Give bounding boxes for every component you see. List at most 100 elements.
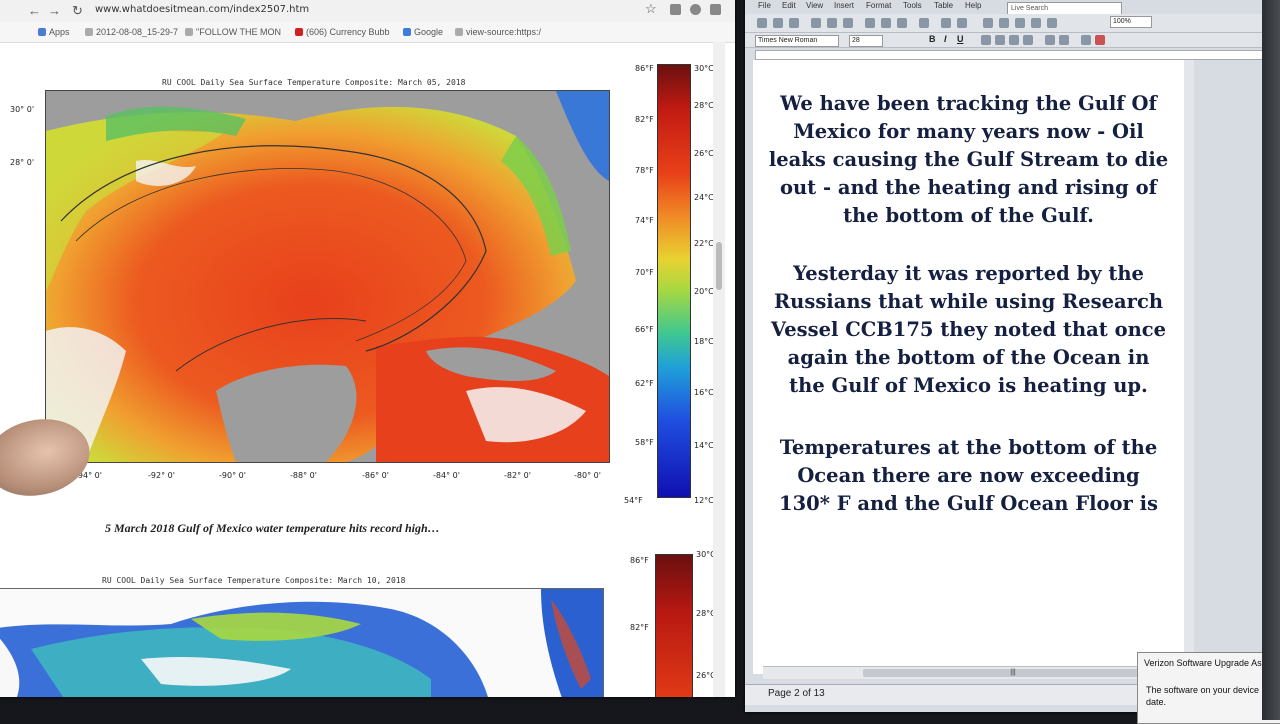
print-preview-icon[interactable] bbox=[827, 18, 837, 28]
redo-icon[interactable] bbox=[957, 18, 967, 28]
bookmark-item[interactable]: "FOLLOW THE MON bbox=[185, 27, 281, 37]
address-field[interactable]: www.whatdoesitmean.com/index2507.htm bbox=[95, 4, 309, 15]
page-icon bbox=[455, 28, 463, 36]
paste-icon[interactable] bbox=[897, 18, 907, 28]
colorbar-c-label: 14°C bbox=[694, 441, 714, 450]
menu-table[interactable]: Table bbox=[934, 1, 953, 10]
cut-icon[interactable] bbox=[865, 18, 875, 28]
sst-map-graphic bbox=[0, 589, 603, 697]
colorbar bbox=[657, 64, 691, 498]
show-hide-icon[interactable] bbox=[1047, 18, 1057, 28]
highlight-icon[interactable] bbox=[1081, 35, 1091, 45]
menu-view[interactable]: View bbox=[806, 1, 823, 10]
open-icon[interactable] bbox=[773, 18, 783, 28]
forward-icon[interactable]: → bbox=[48, 3, 61, 18]
colorbar-f-label: 78°F bbox=[635, 166, 654, 175]
doc-line: We have been tracking the Gulf Of bbox=[780, 92, 1157, 115]
table-icon[interactable] bbox=[999, 18, 1009, 28]
document-scrollbar[interactable] bbox=[1184, 60, 1194, 674]
ruler[interactable] bbox=[755, 50, 1280, 60]
align-center-icon[interactable] bbox=[995, 35, 1005, 45]
align-right-icon[interactable] bbox=[1009, 35, 1019, 45]
menu-tools[interactable]: Tools bbox=[903, 1, 922, 10]
align-left-icon[interactable] bbox=[981, 35, 991, 45]
colorbar-c-label: 24°C bbox=[694, 193, 714, 202]
document-page[interactable]: We have been tracking the Gulf Of Mexico… bbox=[753, 60, 1184, 674]
standard-toolbar: 100% bbox=[745, 14, 1280, 33]
page-icon bbox=[85, 28, 93, 36]
font-size-select[interactable]: 28 bbox=[849, 35, 883, 47]
sst-map-march-05 bbox=[45, 90, 610, 463]
bookmark-item[interactable]: 2012-08-08_15-29-7 bbox=[85, 27, 178, 37]
zoom-select[interactable]: 100% bbox=[1110, 16, 1152, 28]
new-doc-icon[interactable] bbox=[757, 18, 767, 28]
numbering-icon[interactable] bbox=[1045, 35, 1055, 45]
apps-icon bbox=[38, 28, 46, 36]
colorbar-c-label: 18°C bbox=[694, 337, 714, 346]
bookmark-item[interactable]: (606) Currency Bubb bbox=[295, 27, 390, 37]
doc-line: Mexico for many years now - Oil bbox=[793, 120, 1144, 143]
page-icon bbox=[185, 28, 193, 36]
formatting-toolbar: Times New Roman 28 B I U bbox=[745, 33, 1280, 48]
underline-button[interactable]: U bbox=[957, 34, 964, 44]
font-color-icon[interactable] bbox=[1095, 35, 1105, 45]
copy-icon[interactable] bbox=[881, 18, 891, 28]
lon-label: -82° 0' bbox=[504, 471, 531, 480]
font-name-select[interactable]: Times New Roman bbox=[755, 35, 839, 47]
doc-line: 130* F and the Gulf Ocean Floor is bbox=[779, 492, 1158, 515]
colorbar-f-label: 66°F bbox=[635, 325, 654, 334]
colorbar-f-label: 54°F bbox=[624, 496, 643, 505]
spellcheck-icon[interactable] bbox=[843, 18, 853, 28]
drawing-icon[interactable] bbox=[1031, 18, 1041, 28]
lon-label: -80° 0' bbox=[574, 471, 601, 480]
print-icon[interactable] bbox=[811, 18, 821, 28]
monitor-bezel bbox=[1262, 0, 1280, 720]
lon-label: -90° 0' bbox=[219, 471, 246, 480]
extension-icon[interactable] bbox=[690, 4, 701, 15]
hyperlink-icon[interactable] bbox=[983, 18, 993, 28]
justify-icon[interactable] bbox=[1023, 35, 1033, 45]
bookmark-item[interactable]: view-source:https:/ bbox=[455, 27, 541, 37]
colorbar-f-label: 74°F bbox=[635, 216, 654, 225]
google-icon bbox=[403, 28, 411, 36]
bookmark-item[interactable]: Google bbox=[403, 27, 443, 37]
bold-button[interactable]: B bbox=[929, 34, 936, 44]
menu-file[interactable]: File bbox=[758, 1, 771, 10]
bookmarks-bar: Apps 2012-08-08_15-29-7 "FOLLOW THE MON … bbox=[0, 22, 735, 43]
menu-insert[interactable]: Insert bbox=[834, 1, 854, 10]
columns-icon[interactable] bbox=[1015, 18, 1025, 28]
scrollbar-thumb[interactable]: ||| bbox=[863, 669, 1163, 677]
bookmark-star-icon[interactable]: ☆ bbox=[645, 1, 657, 17]
format-painter-icon[interactable] bbox=[919, 18, 929, 28]
sst-map-graphic bbox=[46, 91, 609, 462]
menu-edit[interactable]: Edit bbox=[782, 1, 796, 10]
browser-window: ← → ↻ www.whatdoesitmean.com/index2507.h… bbox=[0, 0, 735, 697]
save-icon[interactable] bbox=[789, 18, 799, 28]
doc-line: Vessel CCB175 they noted that once bbox=[770, 318, 1167, 341]
menu-help[interactable]: Help bbox=[965, 1, 981, 10]
undo-icon[interactable] bbox=[941, 18, 951, 28]
extension-icon[interactable] bbox=[670, 4, 681, 15]
colorbar-c-label: 16°C bbox=[694, 388, 714, 397]
colorbar-f-label: 86°F bbox=[635, 64, 654, 73]
lon-label: -84° 0' bbox=[433, 471, 460, 480]
menu-format[interactable]: Format bbox=[866, 1, 891, 10]
reload-icon[interactable]: ↻ bbox=[72, 3, 83, 19]
upgrade-notification[interactable]: Verizon Software Upgrade Assi The softwa… bbox=[1137, 652, 1280, 724]
horizontal-scrollbar[interactable]: ||| bbox=[763, 666, 1183, 679]
italic-button[interactable]: I bbox=[944, 34, 947, 44]
scrollbar-thumb[interactable] bbox=[716, 242, 722, 290]
back-icon[interactable]: ← bbox=[28, 3, 41, 18]
colorbar-f-label: 58°F bbox=[635, 438, 654, 447]
extension-icon[interactable] bbox=[710, 4, 721, 15]
page-scrollbar[interactable] bbox=[713, 42, 725, 697]
bullets-icon[interactable] bbox=[1059, 35, 1069, 45]
colorbar-c-label: 28°C bbox=[694, 101, 714, 110]
colorbar-c-label: 12°C bbox=[694, 496, 714, 505]
colorbar-f-label: 62°F bbox=[635, 379, 654, 388]
bookmark-apps[interactable]: Apps bbox=[38, 27, 70, 37]
word-processor-window: File Edit View Insert Format Tools Table… bbox=[745, 0, 1280, 712]
colorbar-c-label: 22°C bbox=[694, 239, 714, 248]
colorbar-c-label: 26°C bbox=[694, 149, 714, 158]
colorbar-f-label: 86°F bbox=[630, 556, 649, 565]
